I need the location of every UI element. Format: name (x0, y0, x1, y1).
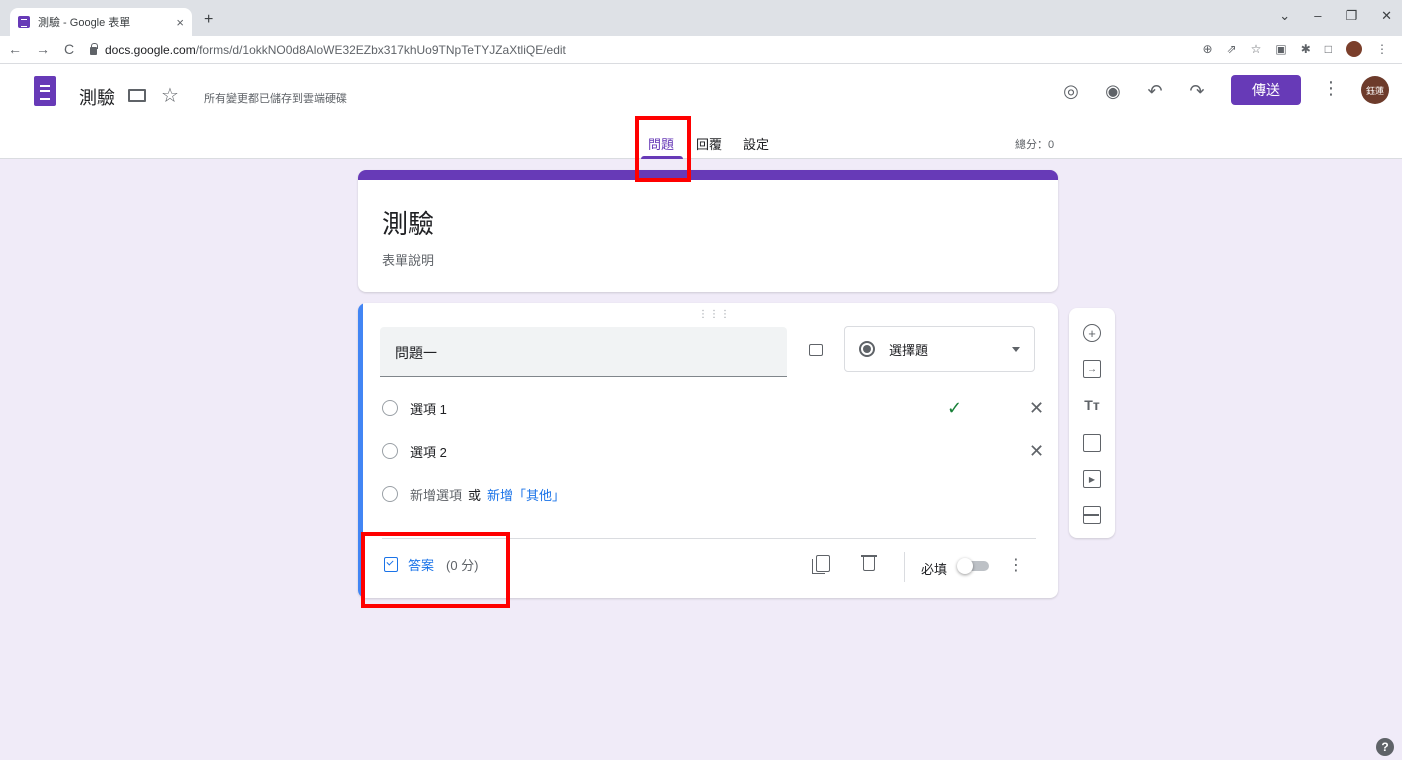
duplicate-icon[interactable] (812, 555, 830, 574)
required-label: 必填 (921, 562, 948, 577)
add-question-icon[interactable]: + (1083, 324, 1101, 342)
profile-avatar[interactable] (1346, 41, 1362, 57)
move-folder-icon[interactable] (128, 89, 146, 102)
radio-type-icon (859, 341, 875, 357)
forms-favicon-icon (18, 16, 30, 28)
remove-option-icon[interactable]: ✕ (1029, 441, 1044, 462)
tab-search-icon[interactable]: ⌄ (1279, 8, 1290, 24)
add-section-icon[interactable] (1083, 506, 1101, 524)
palette-icon[interactable]: ◎ (1060, 81, 1082, 102)
divider (904, 552, 905, 582)
zoom-icon[interactable]: ⊕ (1202, 42, 1212, 56)
redo-icon[interactable]: ↷ (1186, 81, 1208, 102)
preview-eye-icon[interactable]: ◉ (1102, 81, 1124, 102)
side-toolbar: + → Tт ▶ (1069, 308, 1115, 538)
add-image-icon[interactable] (1083, 434, 1101, 452)
share-icon[interactable]: ⇗ (1227, 42, 1237, 56)
browser-tabstrip: 測驗 - Google 表單 × + ⌄ – ❐ ✕ (0, 0, 1402, 36)
total-score: 總分：0 (1015, 139, 1055, 151)
tab-settings[interactable]: 設定 (743, 134, 769, 153)
question-title-input[interactable]: 問題一 (380, 327, 787, 377)
add-video-icon[interactable]: ▶ (1083, 470, 1101, 488)
option-row: 選項 2 ✕ (382, 440, 1044, 462)
browser-menu-icon[interactable]: ⋮ (1376, 42, 1388, 56)
question-type-select[interactable]: 選擇題 (844, 326, 1035, 372)
side-panel-icon[interactable]: □ (1325, 42, 1332, 56)
new-tab-button[interactable]: + (204, 11, 213, 29)
translate-extension-icon[interactable]: ▣ (1275, 42, 1286, 56)
reload-icon[interactable]: C (64, 41, 74, 57)
minimize-icon[interactable]: – (1314, 8, 1321, 24)
add-title-icon[interactable]: Tт (1083, 396, 1101, 414)
forms-header: 測驗 ☆ 所有變更都已儲存到雲端硬碟 ◎ ◉ ↶ ↷ 傳送 ⋮ 鈺蓮 問題 回覆… (0, 64, 1402, 159)
more-options-icon[interactable]: ⋮ (1322, 78, 1340, 99)
remove-option-icon[interactable]: ✕ (1029, 398, 1044, 419)
window-controls: ⌄ – ❐ ✕ (1279, 8, 1392, 24)
browser-tab[interactable]: 測驗 - Google 表單 × (10, 8, 192, 36)
extension-icons: ⊕ ⇗ ☆ ▣ ✱ □ ⋮ (1202, 41, 1388, 57)
header-actions: ◎ ◉ ↶ ↷ (1060, 81, 1208, 102)
option-label[interactable]: 選項 1 (410, 399, 447, 418)
radio-empty-icon (382, 443, 398, 459)
help-icon[interactable]: ? (1376, 738, 1394, 756)
url-field[interactable]: docs.google.com /forms/d/1okkNO0d8AloWE3… (90, 39, 1210, 61)
user-avatar[interactable]: 鈺蓮 (1361, 76, 1389, 104)
radio-empty-icon (382, 400, 398, 416)
restore-icon[interactable]: ❐ (1345, 8, 1357, 24)
forward-icon[interactable]: → (36, 41, 50, 57)
title-card-band (358, 170, 1058, 180)
toggle-knob (957, 558, 973, 574)
close-window-icon[interactable]: ✕ (1381, 8, 1392, 24)
tab-responses[interactable]: 回覆 (696, 134, 722, 153)
browser-tab-title: 測驗 - Google 表單 (38, 17, 131, 29)
import-questions-icon[interactable]: → (1083, 360, 1101, 378)
star-icon[interactable]: ☆ (161, 83, 179, 108)
add-option-row: 新增選項 或 新增「其他」 (382, 483, 1032, 505)
form-title-card[interactable]: 測驗 表單說明 (358, 170, 1058, 292)
correct-answer-check-icon: ✓ (947, 397, 963, 418)
doc-title[interactable]: 測驗 (79, 84, 115, 110)
send-button[interactable]: 傳送 (1231, 75, 1301, 105)
add-option-input[interactable]: 新增選項 (410, 485, 462, 504)
drag-handle-icon[interactable]: ⋮⋮⋮ (698, 309, 731, 320)
radio-empty-icon (382, 486, 398, 502)
back-icon[interactable]: ← (8, 41, 22, 57)
option-label[interactable]: 選項 2 (410, 442, 447, 461)
question-type-label: 選擇題 (889, 342, 929, 358)
forms-logo-icon[interactable] (34, 76, 56, 106)
option-row: 選項 1 ✓ ✕ (382, 397, 1044, 419)
question-more-icon[interactable]: ⋮ (1008, 555, 1024, 575)
lock-icon (90, 43, 98, 55)
dropdown-caret-icon (1012, 346, 1020, 352)
address-bar: ← → C docs.google.com /forms/d/1okkNO0d8… (0, 36, 1402, 64)
extensions-puzzle-icon[interactable]: ✱ (1301, 42, 1311, 56)
or-text: 或 (468, 487, 482, 503)
highlight-box-questions-tab (635, 116, 691, 182)
add-other-link[interactable]: 新增「其他」 (487, 485, 565, 504)
highlight-box-answer-key (361, 532, 510, 608)
nav-buttons: ← → C (8, 41, 74, 57)
url-domain: docs.google.com (105, 43, 196, 57)
tab-close-icon[interactable]: × (176, 15, 184, 30)
bookmark-star-icon[interactable]: ☆ (1251, 42, 1262, 56)
url-path: /forms/d/1okkNO0d8AloWE32EZbx317khUo9TNp… (195, 43, 566, 57)
save-status: 所有變更都已儲存到雲端硬碟 (204, 93, 347, 105)
add-image-icon[interactable] (809, 344, 823, 356)
form-tabs: 問題 回覆 設定 總分：0 (0, 130, 1402, 160)
form-title[interactable]: 測驗 (382, 204, 434, 241)
delete-icon[interactable] (861, 555, 877, 571)
undo-icon[interactable]: ↶ (1144, 81, 1166, 102)
form-description[interactable]: 表單說明 (382, 250, 434, 269)
required-toggle[interactable] (957, 558, 991, 574)
